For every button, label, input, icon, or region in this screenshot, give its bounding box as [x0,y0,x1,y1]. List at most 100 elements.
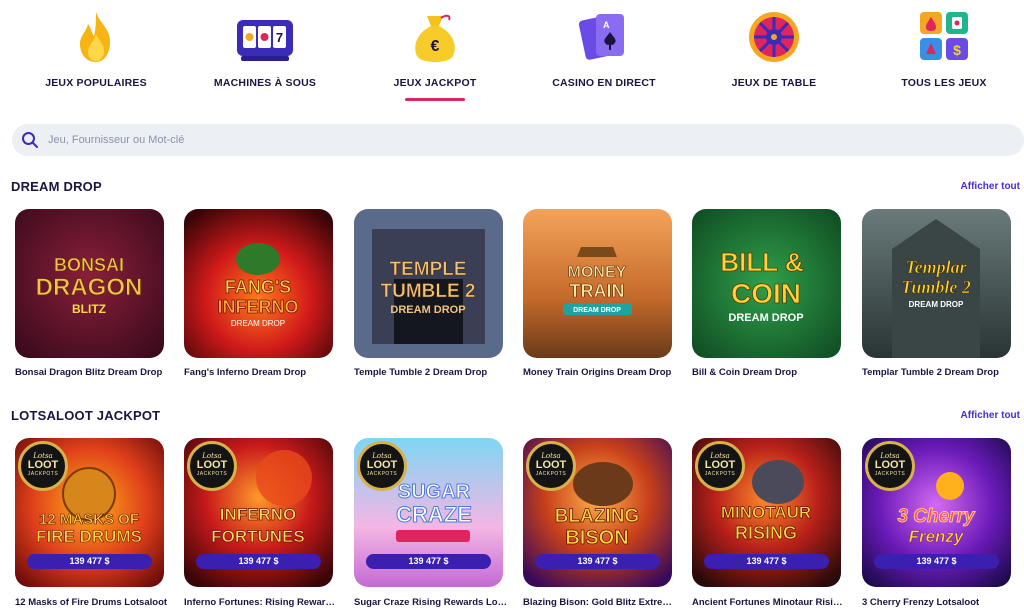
game-title[interactable]: Blazing Bison: Gold Blitz Extreme Lotsal… [523,597,678,608]
game-title[interactable]: Bill & Coin Dream Drop [692,367,852,378]
game-art-text: BILL & [720,247,803,277]
game-thumbnail: BILL & COIN DREAM DROP [692,209,841,358]
game-tile-bonsai-dragon[interactable]: BONSAI DRAGON BLITZ [15,209,164,358]
game-art-text: FORTUNES [211,527,305,546]
jackpot-amount: 139 477 $ [196,554,321,569]
game-thumbnail: FANG'S INFERNO DREAM DROP [184,209,333,358]
game-art-text: FANG'S [225,277,291,297]
game-tile-minotaur-rising[interactable]: MINOTAUR RISING Lotsa LOOT JACKPOTS 139 … [692,438,841,587]
game-tile-12-masks-fire-drums[interactable]: 12 MASKS OF FIRE DRUMS Lotsa LOOT JACKPO… [15,438,164,587]
nav-label: JEUX JACKPOT [393,77,477,89]
game-thumbnail: TEMPLE TUMBLE 2 DREAM DROP [354,209,503,358]
game-art-text: Tumble 2 [901,277,971,297]
nav-jeux-populaires[interactable]: JEUX POPULAIRES [11,0,181,108]
game-tile-temple-tumble-2[interactable]: TEMPLE TUMBLE 2 DREAM DROP [354,209,503,358]
badge-text: JACKPOTS [366,471,398,477]
game-art-text: BISON [565,527,628,549]
game-tile-inferno-fortunes[interactable]: INFERNO FORTUNES Lotsa LOOT JACKPOTS 139… [184,438,333,587]
badge-text: LOOT [535,459,567,471]
all-games-grid-icon: $ [920,12,968,60]
lotsaloot-badge: Lotsa LOOT JACKPOTS [695,441,745,491]
badge-text: JACKPOTS [535,471,567,477]
game-title[interactable]: Money Train Origins Dream Drop [523,367,683,378]
game-tile-3-cherry-frenzy[interactable]: 3 Cherry Frenzy Lotsa LOOT JACKPOTS 139 … [862,438,1011,587]
game-art-text: BLITZ [72,302,106,316]
game-art-text: INFERNO [218,297,299,317]
game-art-text: 3 Cherry [897,506,976,527]
search-icon [22,132,38,148]
lotsaloot-badge: Lotsa LOOT JACKPOTS [357,441,407,491]
roulette-wheel-icon [749,12,799,62]
game-art-text: DREAM DROP [390,304,465,316]
game-art-text: TEMPLE [389,259,466,280]
game-art-text: BONSAI [54,255,124,275]
game-title[interactable]: Sugar Craze Rising Rewards Lotsaloot [354,597,509,608]
game-art-text: TRAIN [570,281,625,301]
game-title[interactable]: Templar Tumble 2 Dream Drop [862,367,1022,378]
game-art-text: TUMBLE 2 [381,281,476,302]
game-thumbnail: MONEY TRAIN DREAM DROP [523,209,672,358]
search-input[interactable] [48,124,948,156]
jackpot-amount: 139 477 $ [535,554,660,569]
game-art-text: RISING [735,523,797,543]
nav-tous-les-jeux[interactable]: $ TOUS LES JEUX [859,0,1024,108]
jackpot-amount: 139 477 $ [874,554,999,569]
game-art-text: DRAGON [36,274,143,301]
jackpot-amount: 139 477 $ [27,554,152,569]
svg-text:$: $ [953,42,961,58]
lotsaloot-badge: Lotsa LOOT JACKPOTS [526,441,576,491]
game-title[interactable]: Temple Tumble 2 Dream Drop [354,367,514,378]
game-art-text: Frenzy [909,527,965,546]
nav-jeux-jackpot[interactable]: € JEUX JACKPOT [350,0,520,108]
badge-text: LOOT [27,459,59,471]
flame-icon [80,12,110,62]
game-title[interactable]: Inferno Fortunes: Rising Rewards Lotsalo… [184,597,339,608]
search-bar [12,124,1024,156]
game-tile-bill-and-coin[interactable]: BILL & COIN DREAM DROP [692,209,841,358]
nav-machines-a-sous[interactable]: 7 MACHINES À SOUS [180,0,350,108]
section-title-lotsaloot-jackpot: LOTSALOOT JACKPOT [11,408,161,423]
slot-machine-icon: 7 [237,20,293,61]
game-art-text: INFERNO [220,505,297,524]
game-art-text: FIRE DRUMS [36,527,142,546]
game-title[interactable]: Fang's Inferno Dream Drop [184,367,344,378]
game-title[interactable]: Bonsai Dragon Blitz Dream Drop [15,367,175,378]
playing-cards-icon: A [578,14,624,60]
svg-text:7: 7 [276,30,283,45]
jackpot-amount: 139 477 $ [366,554,491,569]
game-art-text: MINOTAUR [721,503,811,522]
jackpot-amount: 139 477 $ [704,554,829,569]
badge-text: LOOT [366,459,398,471]
game-tile-fangs-inferno[interactable]: FANG'S INFERNO DREAM DROP [184,209,333,358]
game-tile-blazing-bison[interactable]: BLAZING BISON Lotsa LOOT JACKPOTS 139 47… [523,438,672,587]
nav-label: CASINO EN DIRECT [552,77,656,89]
svg-text:A: A [603,20,610,30]
game-title[interactable]: 3 Cherry Frenzy Lotsaloot [862,597,1017,608]
game-title[interactable]: Ancient Fortunes Minotaur Rising Lotsalo… [692,597,847,608]
game-art-text: SUGAR [398,481,471,503]
badge-text: JACKPOTS [874,471,906,477]
game-art-text: MONEY [568,264,627,281]
game-art-text: BLAZING [555,506,639,527]
lotsaloot-badge: Lotsa LOOT JACKPOTS [18,441,68,491]
active-tab-indicator [405,98,465,101]
nav-label: JEUX POPULAIRES [45,77,147,89]
svg-text:€: € [431,38,440,55]
nav-label: JEUX DE TABLE [731,77,817,89]
game-art-text: DREAM DROP [909,300,964,309]
game-tile-sugar-craze[interactable]: SUGAR CRAZE Lotsa LOOT JACKPOTS 139 477 … [354,438,503,587]
game-thumbnail: BONSAI DRAGON BLITZ [15,209,164,358]
game-art-text: 12 MASKS OF [39,511,139,528]
nav-jeux-de-table[interactable]: JEUX DE TABLE [689,0,859,108]
game-tile-money-train-origins[interactable]: MONEY TRAIN DREAM DROP [523,209,672,358]
game-title[interactable]: 12 Masks of Fire Drums Lotsaloot [15,597,170,608]
game-tile-templar-tumble-2[interactable]: Templar Tumble 2 DREAM DROP [862,209,1011,358]
nav-label: MACHINES À SOUS [213,77,317,89]
badge-text: LOOT [196,459,228,471]
nav-label: TOUS LES JEUX [901,77,987,89]
nav-casino-en-direct[interactable]: A CASINO EN DIRECT [519,0,689,108]
see-all-lotsaloot-link[interactable]: Afficher tout [961,410,1020,421]
game-art-text: COIN [731,278,801,309]
game-art-text: DREAM DROP [573,307,621,314]
see-all-dream-drop-link[interactable]: Afficher tout [961,181,1020,192]
